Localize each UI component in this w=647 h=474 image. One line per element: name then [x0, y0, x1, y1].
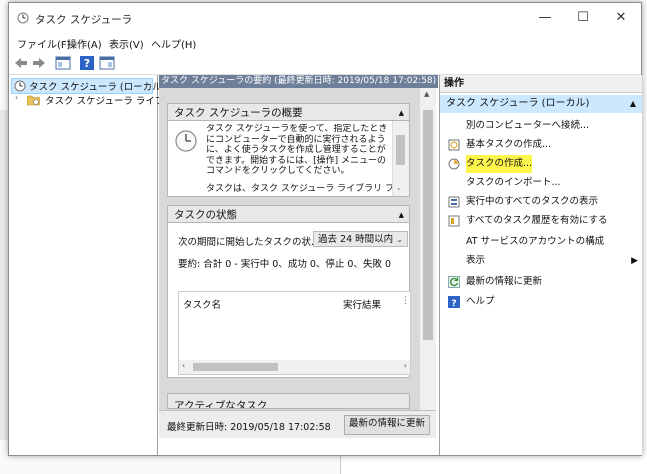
col-task-name[interactable]: タスク名: [183, 297, 221, 311]
task-scheduler-app-icon: [17, 12, 29, 24]
actions-section-label: タスク スケジューラ (ローカル): [446, 98, 590, 109]
overview-text-2: タスクは、タスク スケジューラ ライブラリ フォルダ: [206, 184, 392, 194]
menu-file[interactable]: ファイル(F): [17, 36, 71, 51]
action-help[interactable]: ? ヘルプ: [440, 293, 642, 311]
minimize-button[interactable]: —: [529, 7, 561, 29]
status-section-body: 次の期間に開始したタスクの状... 過去 24 時間以内 ⌄ 要約: 合計 0 …: [167, 223, 411, 378]
console-tree: タスク スケジューラ (ローカル) › タスク スケジューラ ライブラリ: [9, 75, 183, 455]
back-arrow-icon[interactable]: [13, 55, 29, 71]
col-result[interactable]: 実行結果: [343, 297, 381, 311]
menu-view[interactable]: 表示(V): [109, 36, 144, 51]
help-icon: ?: [448, 296, 460, 308]
action-connect-label: 別のコンピューターへ接続...: [466, 120, 590, 131]
scroll-left-icon[interactable]: ‹: [182, 361, 185, 370]
action-import-task[interactable]: タスクのインポート...: [440, 174, 642, 192]
overview-scroll-thumb[interactable]: [396, 135, 405, 165]
action-show-running-tasks-label: 実行中のすべてのタスクの表示: [466, 196, 598, 207]
period-select-value: 過去 24 時間以内: [318, 234, 394, 245]
overview-section-body: タスク スケジューラを使って、指定したときにコンピューターで自動的に実行されるよ…: [167, 121, 410, 197]
status-title: タスクの状態: [174, 209, 237, 221]
last-update-text: 最終更新日時: 2019/05/18 17:02:58: [167, 422, 331, 433]
action-configure-at-account[interactable]: AT サービスのアカウントの構成: [440, 233, 642, 251]
tree-item-root[interactable]: タスク スケジューラ (ローカル): [11, 78, 165, 94]
action-view[interactable]: 表示 ▶: [440, 252, 642, 270]
overview-text: タスク スケジューラを使って、指定したときにコンピューターで自動的に実行されるよ…: [206, 124, 388, 176]
action-enable-history-label: すべてのタスク履歴を有効にする: [466, 215, 608, 226]
folder-icon: [27, 95, 40, 106]
hscroll-thumb[interactable]: [193, 363, 278, 371]
actions-title: 操作: [440, 75, 642, 93]
table-hscrollbar[interactable]: ‹ ›: [179, 360, 410, 374]
actions-section-header[interactable]: タスク スケジューラ (ローカル) ▲: [440, 95, 642, 113]
action-enable-history[interactable]: すべてのタスク履歴を有効にする: [440, 212, 642, 230]
action-connect[interactable]: 別のコンピューターへ接続...: [440, 117, 642, 135]
scroll-down-icon[interactable]: ˅: [397, 188, 401, 196]
active-section-header[interactable]: アクティブなタスク: [167, 393, 410, 409]
title-bar[interactable]: タスク スケジューラ — ☐ ✕: [9, 3, 641, 33]
collapse-caret-icon[interactable]: ▲: [399, 104, 404, 122]
menu-help[interactable]: ヘルプ(H): [151, 36, 196, 51]
task-scheduler-window: タスク スケジューラ — ☐ ✕ ファイル(F) 操作(A) 表示(V) ヘルプ…: [8, 2, 642, 456]
overview-title: タスク スケジューラの概要: [174, 107, 303, 119]
summary-scrollbar[interactable]: ▲: [420, 88, 436, 437]
maximize-button[interactable]: ☐: [567, 7, 599, 29]
tree-item-library[interactable]: › タスク スケジューラ ライブラリ: [15, 93, 183, 107]
close-button[interactable]: ✕: [605, 7, 637, 29]
chevron-down-icon: ⌄: [396, 235, 403, 244]
summary-status-bar: 最終更新日時: 2019/05/18 17:02:58 最新の情報に更新: [159, 410, 436, 438]
status-summary: 要約: 合計 0 - 実行中 0、成功 0、停止 0、失敗 0: [178, 259, 392, 270]
status-section-header[interactable]: タスクの状態 ▲: [167, 205, 410, 223]
action-create-basic-task-label: 基本タスクの作成...: [466, 139, 552, 150]
actions-pane: 操作 タスク スケジューラ (ローカル) ▲ 別のコンピューターへ接続... 基…: [439, 75, 642, 455]
scroll-up-icon[interactable]: ▲: [424, 90, 429, 98]
background-window-bottom: [340, 455, 647, 474]
action-refresh[interactable]: 最新の情報に更新: [440, 273, 642, 291]
refresh-icon: [448, 276, 460, 288]
tree-root-label: タスク スケジューラ (ローカル): [29, 82, 166, 93]
action-create-task-label: タスクの作成...: [466, 155, 533, 173]
period-label: 次の期間に開始したタスクの状...: [178, 237, 321, 248]
history-icon: [448, 215, 460, 227]
action-configure-at-account-label: AT サービスのアカウントの構成: [466, 236, 605, 247]
console-tree-icon[interactable]: [55, 55, 71, 71]
create-task-icon: [448, 158, 460, 170]
basic-task-icon: [448, 139, 460, 151]
menu-action[interactable]: 操作(A): [67, 36, 102, 51]
summary-pane: タスク スケジューラの要約 (最終更新日時: 2019/05/18 17:02:…: [159, 75, 438, 438]
help-icon[interactable]: ?: [79, 55, 95, 71]
action-pane-icon[interactable]: [99, 55, 115, 71]
overview-section-header[interactable]: タスク スケジューラの概要 ▲: [167, 103, 410, 121]
action-view-label: 表示: [466, 255, 486, 266]
action-help-label: ヘルプ: [466, 296, 495, 307]
action-show-running-tasks[interactable]: 実行中のすべてのタスクの表示: [440, 193, 642, 211]
period-select[interactable]: 過去 24 時間以内 ⌄: [313, 231, 408, 247]
forward-arrow-icon[interactable]: [31, 55, 47, 71]
column-divider: ⋮: [401, 296, 410, 306]
toolbar: ?: [9, 52, 641, 75]
menu-bar: ファイル(F) 操作(A) 表示(V) ヘルプ(H): [9, 34, 641, 52]
running-tasks-icon: [448, 196, 460, 208]
summary-header: タスク スケジューラの要約 (最終更新日時: 2019/05/18 17:02:…: [159, 75, 438, 88]
expand-chevron-icon[interactable]: ›: [15, 93, 18, 102]
clock-icon: [175, 130, 197, 152]
summary-scroll-thumb[interactable]: [423, 110, 433, 340]
action-create-basic-task[interactable]: 基本タスクの作成...: [440, 136, 642, 154]
window-title: タスク スケジューラ: [35, 14, 133, 26]
action-refresh-label: 最新の情報に更新: [466, 276, 543, 287]
submenu-arrow-icon: ▶: [631, 256, 638, 266]
svg-text:?: ?: [451, 299, 456, 308]
overview-scrollbar[interactable]: ˅: [392, 121, 409, 196]
active-title: アクティブなタスク: [174, 400, 268, 409]
task-status-table: タスク名 実行結果 ⋮ ‹ ›: [178, 291, 411, 375]
svg-text:?: ?: [84, 57, 90, 70]
refresh-button[interactable]: 最新の情報に更新: [344, 415, 430, 435]
scroll-right-icon[interactable]: ›: [404, 361, 407, 370]
collapse-caret-icon[interactable]: ▲: [630, 95, 636, 113]
action-import-task-label: タスクのインポート...: [466, 177, 561, 188]
action-create-task[interactable]: タスクの作成...: [440, 155, 642, 173]
collapse-caret-icon[interactable]: ▲: [399, 206, 404, 224]
clock-icon: [14, 80, 26, 92]
